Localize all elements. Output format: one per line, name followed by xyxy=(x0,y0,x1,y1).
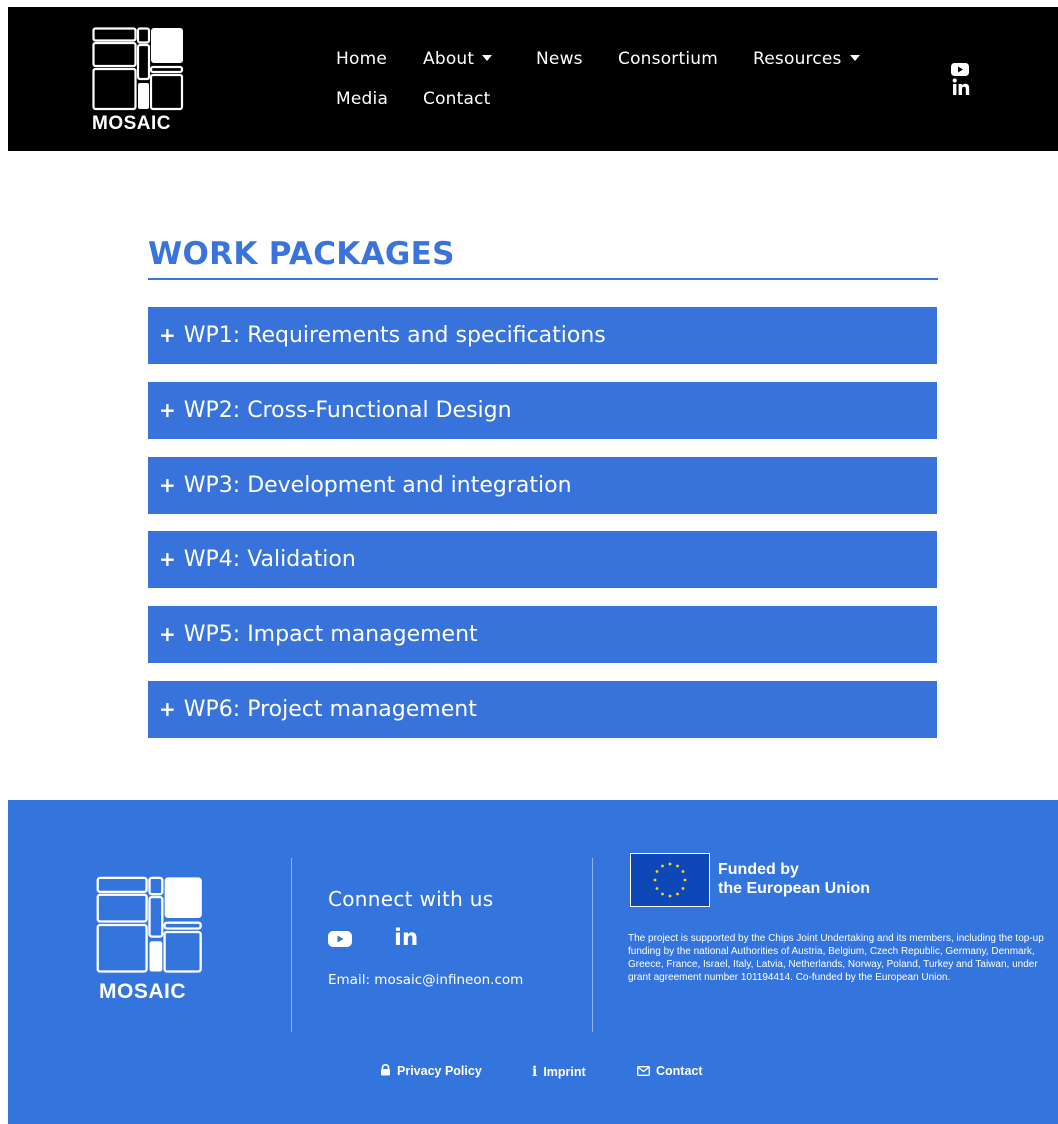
nav-about[interactable]: About xyxy=(423,49,493,69)
wp-label: WP6: Project management xyxy=(183,697,477,722)
contact-link[interactable]: Contact xyxy=(637,1064,703,1078)
wp-label: WP3: Development and integration xyxy=(183,473,572,498)
wp-label: WP1: Requirements and specifications xyxy=(183,323,606,348)
wp-accordion-6[interactable]: + WP6: Project management xyxy=(148,681,937,738)
external-link-icon: ⬈ xyxy=(589,1068,599,1079)
nav-resources[interactable]: Resources xyxy=(753,49,860,69)
eu-flag-icon xyxy=(630,853,710,907)
wp-accordion-3[interactable]: + WP3: Development and integration xyxy=(148,457,937,514)
linkedin-icon[interactable]: in xyxy=(394,925,418,951)
title-divider xyxy=(148,278,938,280)
footer-logo-text: MOSAIC xyxy=(99,980,186,1003)
funding-statement: The project is supported by the Chips Jo… xyxy=(628,933,1044,983)
external-link-icon: ⬈ xyxy=(368,932,377,943)
footer-divider xyxy=(592,858,593,1032)
mosaic-logo-icon xyxy=(96,876,202,973)
site-footer: MOSAIC Connect with us ⬈ in ⬈ Email: mos… xyxy=(8,800,1058,1124)
plus-icon: + xyxy=(159,697,176,721)
linkedin-icon[interactable] xyxy=(952,78,970,96)
info-icon: i xyxy=(532,1064,538,1080)
nav-media[interactable]: Media xyxy=(336,89,388,109)
site-header: MOSAIC Home About News Consortium Resour… xyxy=(8,7,1058,151)
nav-contact[interactable]: Contact xyxy=(423,89,491,109)
funded-by-eu-heading: Funded by the European Union xyxy=(718,860,870,898)
connect-title: Connect with us xyxy=(328,887,494,911)
wp-label: WP5: Impact management xyxy=(183,622,478,647)
funded-line-2: the European Union xyxy=(718,880,870,897)
wp-label: WP2: Cross-Functional Design xyxy=(183,398,512,423)
logo-text: MOSAIC xyxy=(92,113,171,134)
page-title: WORK PACKAGES xyxy=(148,236,455,272)
wp-accordion-1[interactable]: + WP1: Requirements and specifications xyxy=(148,307,937,364)
wp-accordion-2[interactable]: + WP2: Cross-Functional Design xyxy=(148,382,937,439)
plus-icon: + xyxy=(159,547,176,571)
nav-resources-label: Resources xyxy=(753,49,842,69)
lock-icon xyxy=(381,1063,390,1076)
caret-down-icon xyxy=(482,55,493,61)
youtube-icon[interactable] xyxy=(951,63,969,76)
imprint-link[interactable]: i Imprint ⬈ xyxy=(532,1064,598,1080)
mosaic-logo-icon xyxy=(92,27,184,111)
plus-icon: + xyxy=(159,323,176,347)
youtube-icon[interactable] xyxy=(328,931,352,947)
privacy-policy-link[interactable]: Privacy Policy ⬈ xyxy=(380,1063,495,1078)
envelope-icon xyxy=(637,1066,650,1076)
wp-accordion-5[interactable]: + WP5: Impact management xyxy=(148,606,937,663)
contact-label: Contact xyxy=(656,1064,703,1078)
external-link-icon: ⬈ xyxy=(485,1067,495,1078)
nav-news[interactable]: News xyxy=(536,49,583,69)
wp-label: WP4: Validation xyxy=(183,547,356,572)
nav-about-label: About xyxy=(423,49,475,69)
contact-email[interactable]: Email: mosaic@infineon.com xyxy=(328,972,523,988)
imprint-label: Imprint xyxy=(543,1065,586,1079)
nav-consortium[interactable]: Consortium xyxy=(618,49,718,69)
plus-icon: + xyxy=(159,473,176,497)
funded-line-1: Funded by xyxy=(718,861,799,878)
plus-icon: + xyxy=(159,398,176,422)
privacy-policy-label: Privacy Policy xyxy=(397,1064,482,1078)
nav-home[interactable]: Home xyxy=(336,49,387,69)
wp-accordion-4[interactable]: + WP4: Validation xyxy=(148,531,937,588)
page-frame: MOSAIC Home About News Consortium Resour… xyxy=(8,7,1058,1124)
caret-down-icon xyxy=(849,55,860,61)
plus-icon: + xyxy=(159,622,176,646)
footer-divider xyxy=(291,858,292,1032)
external-link-icon: ⬈ xyxy=(432,932,441,943)
